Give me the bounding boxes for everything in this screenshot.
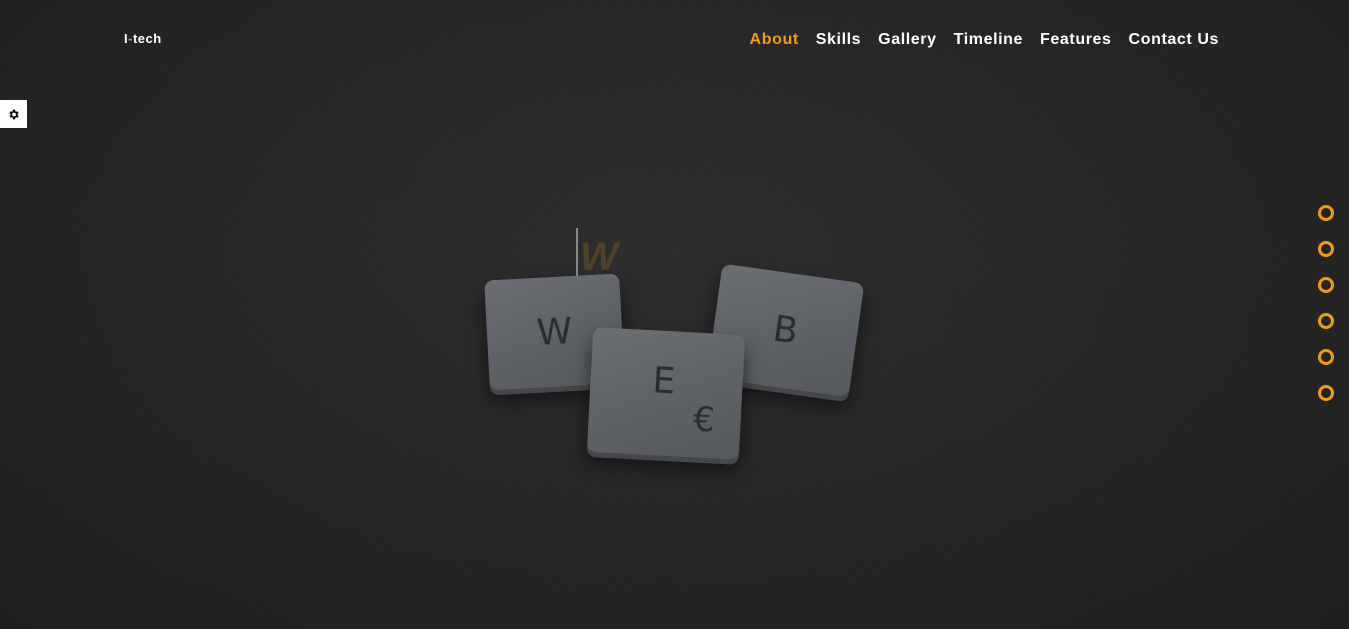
nav-gallery[interactable]: Gallery [878,31,936,49]
tile-e-euro: € [691,399,716,441]
bullet-6[interactable] [1318,385,1334,401]
tile-b-letter: B [770,308,801,353]
logo-suffix: tech [132,31,162,46]
bullet-1[interactable] [1318,205,1334,221]
nav-about[interactable]: About [750,31,799,49]
settings-toggle-button[interactable] [0,100,27,128]
page-background: I-tech About Skills Gallery Timeline Fea… [0,0,1349,629]
nav-features[interactable]: Features [1040,31,1112,49]
gear-icon [9,109,19,119]
bullet-4[interactable] [1318,313,1334,329]
tile-w-letter: W [535,310,574,354]
bullet-5[interactable] [1318,349,1334,365]
nav-contact-us[interactable]: Contact Us [1129,31,1219,49]
bullet-2[interactable] [1318,241,1334,257]
nav-skills[interactable]: Skills [816,31,861,49]
tile-e: E € [586,327,746,460]
nav-timeline[interactable]: Timeline [954,31,1023,49]
hero-image-tiles: W B E € [470,255,890,485]
tile-e-letter: E [651,360,677,403]
section-bullets [1318,205,1334,401]
main-nav: About Skills Gallery Timeline Features C… [750,31,1219,49]
bullet-3[interactable] [1318,277,1334,293]
site-logo[interactable]: I-tech [124,31,162,46]
